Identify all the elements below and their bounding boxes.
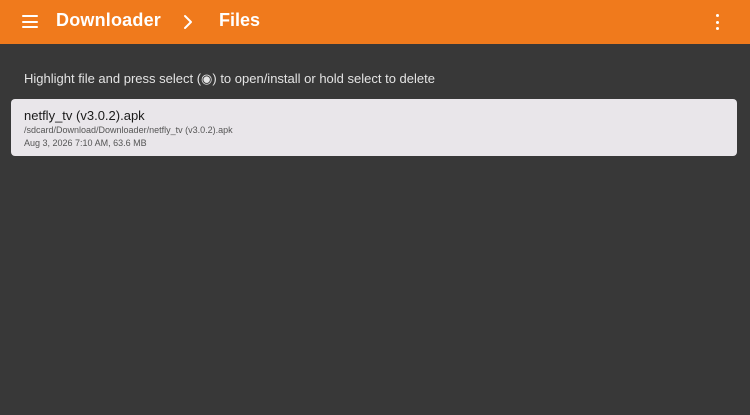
app-title: Downloader [56, 10, 162, 30]
chevron-right-icon [184, 15, 192, 29]
app-bar: Downloader Files [0, 0, 750, 44]
file-name: netfly_tv (v3.0.2).apk [24, 108, 145, 123]
more-vert-icon[interactable] [710, 13, 724, 31]
hamburger-menu-icon[interactable] [22, 15, 38, 28]
file-path: /sdcard/Download/Downloader/netfly_tv (v… [24, 125, 233, 135]
file-list-item[interactable]: netfly_tv (v3.0.2).apk /sdcard/Download/… [11, 99, 737, 156]
page-title: Files [219, 10, 261, 30]
instructions-text: Highlight file and press select (◉) to o… [24, 71, 435, 86]
file-meta: Aug 3, 2026 7:10 AM, 63.6 MB [24, 138, 147, 148]
